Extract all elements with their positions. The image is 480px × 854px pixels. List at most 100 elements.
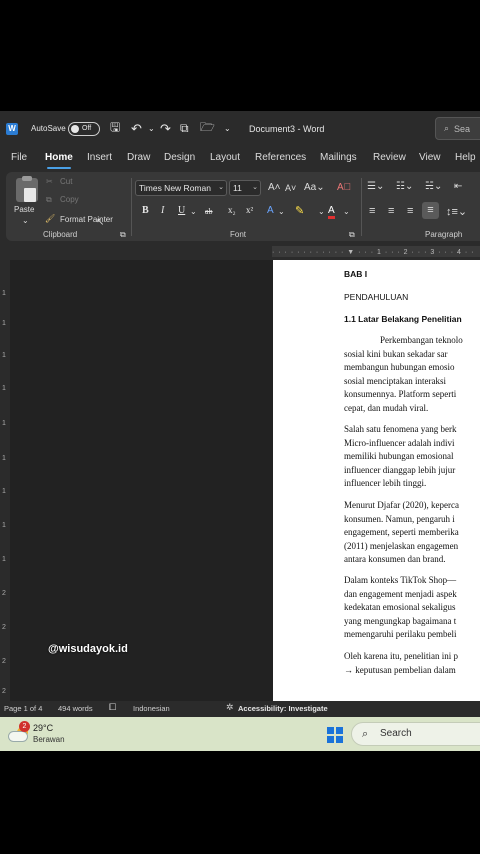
autosave-label: AutoSave	[31, 124, 66, 133]
paragraph-line: Oleh karena itu, penelitian ini p	[344, 651, 458, 661]
accessibility-status[interactable]: Accessibility: Investigate	[238, 704, 328, 713]
taskbar-search[interactable]: ⌕ Search	[351, 722, 480, 746]
highlight-icon[interactable]: ✎	[295, 204, 304, 217]
screen: W AutoSave Off 🖫 ↶ ⌄ ↷ ⧉ 🗁 ⌄ Document3 -…	[0, 0, 480, 854]
format-painter-icon[interactable]: 🖌	[45, 214, 55, 223]
open-folder-icon[interactable]: 🗁	[200, 111, 215, 146]
redo-icon[interactable]: ↷	[160, 111, 171, 146]
paragraph-line: cepat, dan mudah viral.	[344, 403, 429, 413]
numbering-icon[interactable]: ☷⌄	[396, 181, 413, 192]
paragraph-line: influencer lebih tinggi.	[344, 478, 427, 488]
underline-icon[interactable]: U	[178, 205, 185, 216]
paragraph-line: dan engagement menjadi aspek	[344, 589, 457, 599]
horizontal-ruler[interactable]: · · · · · · · · · · · · ▼ · · · 1 · · · …	[0, 243, 480, 260]
tab-draw[interactable]: Draw	[127, 146, 150, 170]
undo-dropdown-icon[interactable]: ⌄	[148, 111, 155, 146]
paste-icon[interactable]	[16, 176, 38, 202]
chevron-down-icon[interactable]: ⌄	[218, 181, 224, 195]
bullets-icon[interactable]: ☰⌄	[367, 181, 384, 192]
autosave-state: Off	[82, 125, 92, 132]
shrink-font-icon[interactable]: A˅	[285, 183, 296, 193]
paste-button[interactable]: Paste	[14, 205, 34, 214]
save-icon[interactable]: 🖫	[110, 111, 120, 146]
tab-home[interactable]: Home	[45, 146, 73, 170]
cut-button[interactable]: Cut	[60, 177, 72, 186]
windows-start-icon[interactable]	[327, 727, 343, 743]
bold-icon[interactable]: B	[142, 205, 149, 216]
tab-mailings[interactable]: Mailings	[320, 146, 357, 170]
align-left-icon[interactable]: ≡	[369, 205, 375, 217]
multilevel-list-icon[interactable]: ☵⌄	[425, 181, 442, 192]
tab-layout[interactable]: Layout	[210, 146, 240, 170]
document-workspace[interactable]: 1111111112222 BAB I PENDAHULUAN 1.1 Lata…	[0, 260, 480, 701]
grow-font-icon[interactable]: A˄	[268, 182, 281, 193]
decrease-indent-icon[interactable]: ⇤	[454, 181, 462, 192]
paragraph-group-label: Paragraph	[425, 230, 463, 239]
proofing-icon[interactable]: ⧠	[109, 702, 116, 713]
tab-view[interactable]: View	[419, 146, 441, 170]
ribbon: Paste ⌄ ✂ Cut ⧉ Copy 🖌 Format Painter ↖ …	[0, 170, 480, 243]
taskbar: 2 29°C Berawan ⌕ Search	[0, 717, 480, 751]
text-effects-dropdown-icon[interactable]: ⌄	[278, 207, 285, 216]
superscript-icon[interactable]: x²	[246, 205, 253, 215]
chapter-heading: BAB I	[344, 269, 368, 279]
font-size-value: 11	[233, 183, 242, 193]
clear-formatting-icon[interactable]: A⃠	[337, 182, 351, 193]
paragraph-line: engagement, seperti memberika	[344, 527, 459, 537]
separator	[361, 178, 362, 236]
undo-icon[interactable]: ↶	[131, 111, 142, 146]
tab-references[interactable]: References	[255, 146, 306, 170]
status-bar: Page 1 of 4 494 words ⧠ Indonesian ✲ Acc…	[0, 701, 480, 717]
subscript-icon[interactable]: x₂	[228, 205, 236, 215]
screenshot-icon[interactable]: ⧉	[180, 111, 189, 146]
tab-insert[interactable]: Insert	[87, 146, 112, 170]
align-center-icon[interactable]: ≡	[388, 205, 394, 217]
chevron-down-icon[interactable]: ⌄	[252, 181, 258, 195]
taskbar-search-label: Search	[380, 728, 412, 739]
tab-help[interactable]: Help	[455, 146, 476, 170]
page-count[interactable]: Page 1 of 4	[4, 704, 42, 713]
font-size-box[interactable]: 11 ⌄	[229, 180, 261, 196]
align-right-icon[interactable]: ≡	[407, 205, 413, 217]
accessibility-icon[interactable]: ✲	[226, 702, 234, 713]
font-color-icon[interactable]: A	[328, 205, 335, 219]
paste-dropdown-icon[interactable]: ⌄	[22, 216, 29, 225]
clipboard-launcher-icon[interactable]: ⧉	[120, 230, 126, 240]
word-count[interactable]: 494 words	[58, 704, 93, 713]
tab-design[interactable]: Design	[164, 146, 195, 170]
vertical-ruler[interactable]: 1111111112222	[0, 260, 10, 701]
strikethrough-icon[interactable]: ab	[205, 207, 213, 216]
temperature[interactable]: 29°C	[33, 723, 53, 733]
cut-icon[interactable]: ✂	[46, 177, 53, 186]
italic-icon[interactable]: I	[161, 205, 164, 216]
paragraph-line: Salah satu fenomena yang berk	[344, 424, 457, 434]
highlight-dropdown-icon[interactable]: ⌄	[318, 207, 325, 216]
weather-condition[interactable]: Berawan	[33, 735, 65, 744]
change-case-icon[interactable]: Aa⌄	[304, 182, 325, 193]
paragraph-line: antara konsumen dan brand.	[344, 554, 446, 564]
paragraph-line: konsumennya. Platform seperti	[344, 389, 457, 399]
text-effects-icon[interactable]: A	[267, 205, 274, 216]
paragraph-line: Micro-influencer adalah indivi	[344, 438, 455, 448]
font-name-box[interactable]: Times New Roman ⌄	[135, 180, 227, 196]
font-launcher-icon[interactable]: ⧉	[349, 230, 355, 240]
font-color-dropdown-icon[interactable]: ⌄	[343, 207, 350, 216]
font-group-label: Font	[230, 230, 247, 239]
tab-review[interactable]: Review	[373, 146, 406, 170]
justify-icon[interactable]: ≡	[422, 202, 439, 219]
copy-button[interactable]: Copy	[60, 195, 79, 204]
customize-toolbar-icon[interactable]: ⌄	[224, 111, 231, 146]
separator	[131, 178, 132, 236]
paragraph-line: memiliki hubungan emosional	[344, 451, 454, 461]
clipboard-group-label: Clipboard	[43, 230, 78, 239]
language[interactable]: Indonesian	[133, 704, 170, 713]
autosave-toggle[interactable]: Off	[68, 111, 100, 146]
underline-dropdown-icon[interactable]: ⌄	[190, 207, 197, 216]
copy-icon[interactable]: ⧉	[46, 195, 52, 205]
line-spacing-icon[interactable]: ↕≡⌄	[446, 205, 467, 218]
paragraph-line: Perkembangan teknolo	[380, 335, 463, 345]
format-painter-button[interactable]: Format Painter	[60, 215, 113, 224]
tab-file[interactable]: File	[11, 146, 27, 170]
title-search-box[interactable]: ⌕ Sea	[435, 117, 480, 140]
document-page[interactable]: BAB I PENDAHULUAN 1.1 Latar Belakang Pen…	[273, 260, 480, 701]
